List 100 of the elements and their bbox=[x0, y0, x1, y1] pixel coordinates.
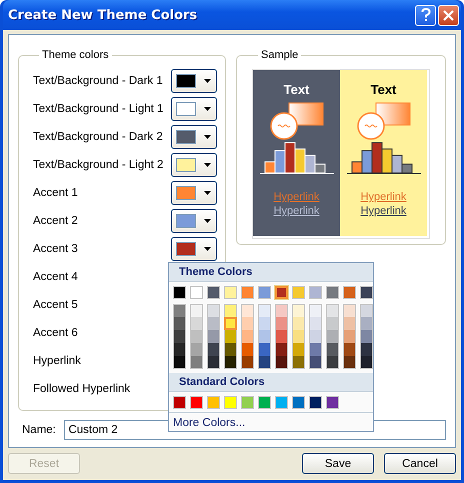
palette-swatch[interactable] bbox=[360, 343, 373, 356]
palette-swatch[interactable] bbox=[224, 304, 237, 317]
palette-swatch[interactable] bbox=[207, 330, 220, 343]
palette-swatch[interactable] bbox=[292, 304, 305, 317]
palette-swatch[interactable] bbox=[258, 330, 271, 343]
palette-swatch[interactable] bbox=[241, 330, 254, 343]
palette-swatch[interactable] bbox=[326, 286, 339, 299]
palette-swatch[interactable] bbox=[309, 396, 322, 409]
color-picker-button[interactable] bbox=[171, 209, 217, 233]
palette-swatch[interactable] bbox=[224, 330, 237, 343]
palette-swatch[interactable] bbox=[224, 396, 237, 409]
palette-swatch[interactable] bbox=[207, 343, 220, 356]
palette-swatch[interactable] bbox=[326, 317, 339, 330]
palette-swatch[interactable] bbox=[258, 356, 271, 369]
palette-swatch[interactable] bbox=[360, 304, 373, 317]
palette-swatch[interactable] bbox=[190, 330, 203, 343]
palette-swatch[interactable] bbox=[309, 304, 322, 317]
sample-followed-hyperlink[interactable]: Hyperlink bbox=[360, 205, 406, 217]
palette-swatch[interactable] bbox=[190, 396, 203, 409]
palette-swatch[interactable] bbox=[292, 356, 305, 369]
dropdown-arrow-icon bbox=[204, 107, 211, 111]
palette-swatch[interactable] bbox=[275, 286, 288, 299]
color-picker-button[interactable] bbox=[171, 181, 217, 205]
palette-swatch[interactable] bbox=[173, 304, 186, 317]
palette-swatch[interactable] bbox=[343, 304, 356, 317]
palette-swatch[interactable] bbox=[309, 330, 322, 343]
palette-swatch[interactable] bbox=[309, 343, 322, 356]
palette-swatch[interactable] bbox=[241, 317, 254, 330]
palette-swatch[interactable] bbox=[258, 343, 271, 356]
more-colors-link[interactable]: More Colors... bbox=[169, 412, 373, 433]
palette-swatch[interactable] bbox=[292, 330, 305, 343]
color-picker-button[interactable] bbox=[171, 125, 217, 149]
palette-swatch[interactable] bbox=[207, 356, 220, 369]
palette-swatch[interactable] bbox=[224, 343, 237, 356]
palette-swatch[interactable] bbox=[258, 304, 271, 317]
palette-swatch[interactable] bbox=[258, 286, 271, 299]
palette-swatch[interactable] bbox=[207, 317, 220, 330]
palette-swatch[interactable] bbox=[224, 356, 237, 369]
palette-swatch[interactable] bbox=[360, 317, 373, 330]
palette-swatch[interactable] bbox=[241, 286, 254, 299]
palette-swatch[interactable] bbox=[343, 343, 356, 356]
palette-swatch[interactable] bbox=[275, 356, 288, 369]
palette-swatch[interactable] bbox=[292, 317, 305, 330]
dropdown-arrow-icon bbox=[204, 219, 211, 223]
palette-swatch[interactable] bbox=[258, 317, 271, 330]
palette-swatch[interactable] bbox=[292, 286, 305, 299]
color-label: Accent 2 bbox=[33, 215, 79, 227]
palette-swatch[interactable] bbox=[173, 396, 186, 409]
palette-swatch[interactable] bbox=[190, 317, 203, 330]
palette-swatch[interactable] bbox=[190, 356, 203, 369]
palette-swatch[interactable] bbox=[207, 304, 220, 317]
palette-swatch[interactable] bbox=[360, 330, 373, 343]
palette-swatch[interactable] bbox=[241, 356, 254, 369]
sample-followed-hyperlink[interactable]: Hyperlink bbox=[274, 205, 320, 217]
palette-swatch[interactable] bbox=[326, 343, 339, 356]
palette-swatch[interactable] bbox=[326, 330, 339, 343]
palette-swatch[interactable] bbox=[224, 317, 237, 330]
palette-swatch[interactable] bbox=[275, 343, 288, 356]
close-button[interactable] bbox=[438, 4, 459, 26]
palette-swatch[interactable] bbox=[173, 330, 186, 343]
color-picker-button[interactable] bbox=[171, 237, 217, 261]
palette-swatch[interactable] bbox=[343, 317, 356, 330]
palette-swatch[interactable] bbox=[173, 356, 186, 369]
palette-swatch[interactable] bbox=[258, 396, 271, 409]
palette-swatch[interactable] bbox=[207, 396, 220, 409]
palette-swatch[interactable] bbox=[190, 343, 203, 356]
palette-swatch[interactable] bbox=[292, 396, 305, 409]
palette-swatch[interactable] bbox=[207, 286, 220, 299]
palette-swatch[interactable] bbox=[224, 286, 237, 299]
palette-swatch[interactable] bbox=[241, 343, 254, 356]
color-picker-button[interactable] bbox=[171, 153, 217, 177]
palette-swatch[interactable] bbox=[326, 304, 339, 317]
palette-swatch[interactable] bbox=[360, 286, 373, 299]
palette-swatch[interactable] bbox=[275, 317, 288, 330]
palette-swatch[interactable] bbox=[343, 356, 356, 369]
palette-swatch[interactable] bbox=[360, 356, 373, 369]
palette-swatch[interactable] bbox=[275, 396, 288, 409]
help-button[interactable] bbox=[415, 4, 436, 26]
palette-swatch[interactable] bbox=[292, 343, 305, 356]
palette-swatch[interactable] bbox=[190, 304, 203, 317]
dialog-button[interactable]: Cancel bbox=[384, 453, 456, 474]
color-picker-button[interactable] bbox=[171, 97, 217, 121]
palette-swatch[interactable] bbox=[275, 304, 288, 317]
palette-swatch[interactable] bbox=[241, 304, 254, 317]
palette-swatch[interactable] bbox=[326, 356, 339, 369]
palette-swatch[interactable] bbox=[173, 317, 186, 330]
palette-swatch[interactable] bbox=[326, 396, 339, 409]
palette-swatch[interactable] bbox=[173, 286, 186, 299]
palette-swatch[interactable] bbox=[343, 330, 356, 343]
palette-swatch[interactable] bbox=[309, 317, 322, 330]
palette-swatch[interactable] bbox=[173, 343, 186, 356]
color-picker-button[interactable] bbox=[171, 69, 217, 93]
palette-swatch[interactable] bbox=[190, 286, 203, 299]
palette-swatch[interactable] bbox=[241, 396, 254, 409]
window-title: Create New Theme Colors bbox=[8, 8, 198, 22]
palette-swatch[interactable] bbox=[275, 330, 288, 343]
palette-swatch[interactable] bbox=[309, 286, 322, 299]
palette-swatch[interactable] bbox=[309, 356, 322, 369]
dialog-button[interactable]: Save bbox=[302, 453, 374, 474]
palette-swatch[interactable] bbox=[343, 286, 356, 299]
